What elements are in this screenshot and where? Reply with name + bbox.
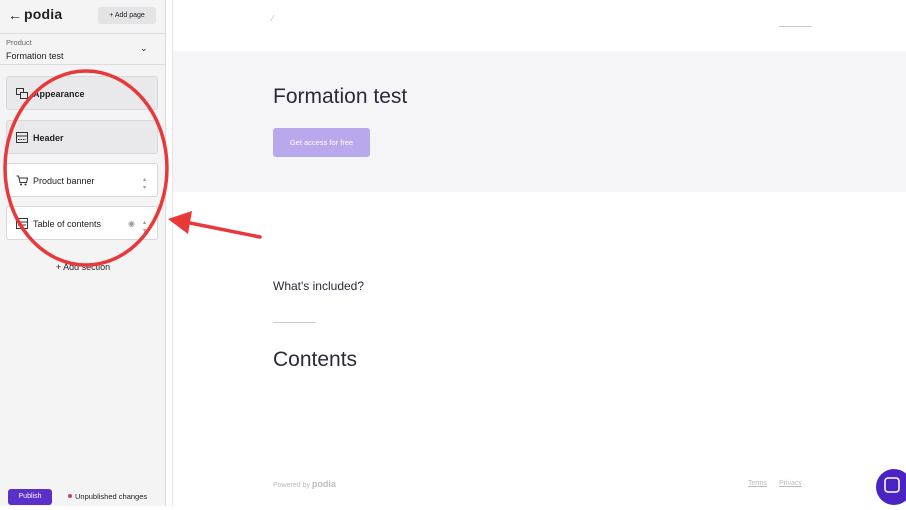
- unpublished-dot: [68, 494, 72, 498]
- privacy-link[interactable]: Privacy: [779, 480, 802, 487]
- table-of-contents-icon: [16, 218, 28, 229]
- powered-by-text: Powered by: [273, 482, 310, 489]
- section-label: Table of contents: [33, 219, 102, 229]
- section-appearance[interactable]: Appearance: [6, 76, 158, 110]
- section-label: Product banner: [33, 176, 95, 186]
- brand-logo: podia: [24, 6, 63, 22]
- terms-link[interactable]: Terms: [748, 480, 767, 487]
- powered-by: Powered by podia: [273, 479, 336, 489]
- appearance-icon: [16, 88, 28, 99]
- section-label: Header: [33, 133, 64, 143]
- product-select-label: Product: [6, 38, 32, 47]
- included-heading: What's included?: [273, 279, 365, 293]
- header-layout-icon: [16, 132, 28, 143]
- chevron-down-icon[interactable]: ⌄: [140, 43, 148, 54]
- back-arrow-icon[interactable]: ←: [8, 7, 22, 23]
- reorder-icon[interactable]: ▴ ▾: [143, 176, 146, 192]
- product-select[interactable]: Product Formation test ⌄: [0, 33, 166, 65]
- nav-placeholder-mark: ⁄: [272, 14, 274, 23]
- section-table-of-contents[interactable]: Table of contents ◉ ▴ ▾: [6, 206, 158, 240]
- cart-icon: [16, 175, 28, 186]
- publish-button[interactable]: Publish: [8, 489, 52, 505]
- hero-banner: [173, 51, 906, 192]
- add-page-button[interactable]: + Add page: [98, 7, 156, 24]
- reorder-icon[interactable]: ▴ ▾: [143, 219, 146, 235]
- nav-underline: [779, 26, 812, 27]
- section-product-banner[interactable]: Product banner ▴ ▾: [6, 163, 158, 197]
- chat-icon: [884, 477, 900, 493]
- get-access-button[interactable]: Get access for free: [273, 128, 370, 157]
- page-title: Formation test: [273, 85, 408, 108]
- annotation-arrow-shaft: [188, 221, 262, 239]
- section-header[interactable]: Header: [6, 120, 158, 154]
- section-label: Appearance: [33, 89, 85, 99]
- powered-by-logo[interactable]: podia: [312, 479, 336, 489]
- unpublished-status: Unpublished changes: [75, 492, 148, 501]
- contents-heading: Contents: [273, 348, 358, 371]
- editor-sidebar: ← podia + Add page Product Formation tes…: [0, 0, 166, 506]
- add-section-button[interactable]: + Add section: [0, 262, 166, 272]
- chat-widget-button[interactable]: [876, 469, 906, 505]
- eye-icon[interactable]: ◉: [128, 219, 135, 228]
- product-select-value: Formation test: [6, 51, 64, 61]
- divider: [273, 322, 316, 323]
